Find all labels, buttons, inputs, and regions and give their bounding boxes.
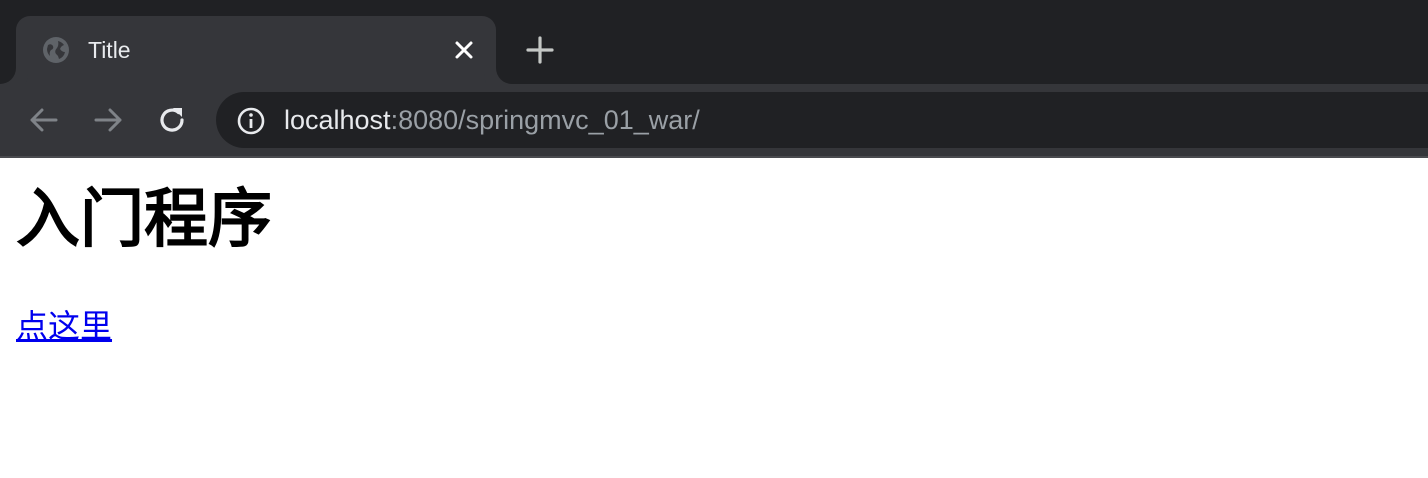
url-path: :8080/springmvc_01_war/ xyxy=(390,105,700,135)
page-content: 入门程序 点这里 xyxy=(0,158,1428,478)
url-text[interactable]: localhost:8080/springmvc_01_war/ xyxy=(284,105,700,135)
address-bar[interactable]: localhost:8080/springmvc_01_war/ xyxy=(216,92,1428,148)
tab-strip: Title xyxy=(0,0,1428,84)
globe-icon xyxy=(43,37,69,63)
plus-icon[interactable] xyxy=(524,34,556,66)
tab-active[interactable]: Title xyxy=(16,16,496,84)
arrow-left-icon[interactable] xyxy=(26,102,62,138)
page-heading: 入门程序 xyxy=(16,183,272,257)
info-icon[interactable] xyxy=(236,106,266,136)
close-icon[interactable] xyxy=(450,36,478,64)
tab-title: Title xyxy=(88,37,131,63)
reload-icon[interactable] xyxy=(154,102,190,138)
arrow-right-icon[interactable] xyxy=(90,102,126,138)
toolbar: localhost:8080/springmvc_01_war/ xyxy=(0,84,1428,156)
browser-window: Title localhost:8080/springmvc_01_war/ 入… xyxy=(0,0,1428,478)
url-host: localhost xyxy=(284,105,391,135)
click-here-link[interactable]: 点这里 xyxy=(16,306,112,346)
